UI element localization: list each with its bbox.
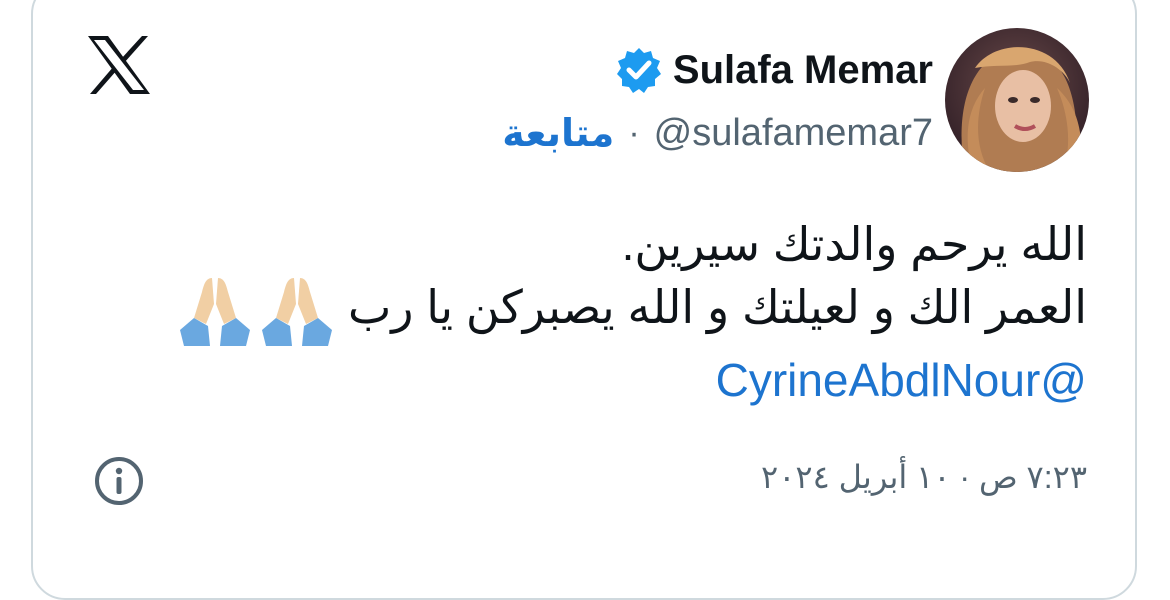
separator-dot: · (628, 113, 640, 152)
avatar[interactable] (945, 28, 1089, 172)
tweet-text-line1: الله يرحم والدتك سيرين. (621, 218, 1087, 270)
tweet-text: الله يرحم والدتك سيرين. العمر الك و لعيل… (97, 214, 1087, 410)
tweet-timestamp[interactable]: ٧:٢٣ ص · ١٠ أبريل ٢٠٢٤ (761, 458, 1087, 496)
praying-hands-icon (261, 278, 332, 346)
verified-badge-icon (616, 48, 661, 93)
x-logo-icon[interactable] (86, 34, 152, 96)
author-name[interactable]: Sulafa Memar (673, 48, 933, 93)
mention-link[interactable]: @CyrineAbdlNour (716, 354, 1087, 406)
tweet-text-line2: العمر الك و لعيلتك و الله يصبركن يا رب (97, 274, 1087, 348)
avatar-photo-icon (945, 28, 1089, 172)
author-name-row: Sulafa Memar (615, 44, 933, 96)
praying-hands-icon (179, 278, 250, 346)
info-icon[interactable] (93, 455, 145, 507)
emoji-group (176, 274, 336, 348)
author-handle[interactable]: @sulafamemar7 (654, 112, 933, 155)
handle-row: متابعة · @sulafamemar7 (502, 108, 933, 158)
follow-button[interactable]: متابعة (502, 111, 614, 156)
tweet-text-line2-text: العمر الك و لعيلتك و الله يصبركن يا رب (347, 281, 1087, 334)
